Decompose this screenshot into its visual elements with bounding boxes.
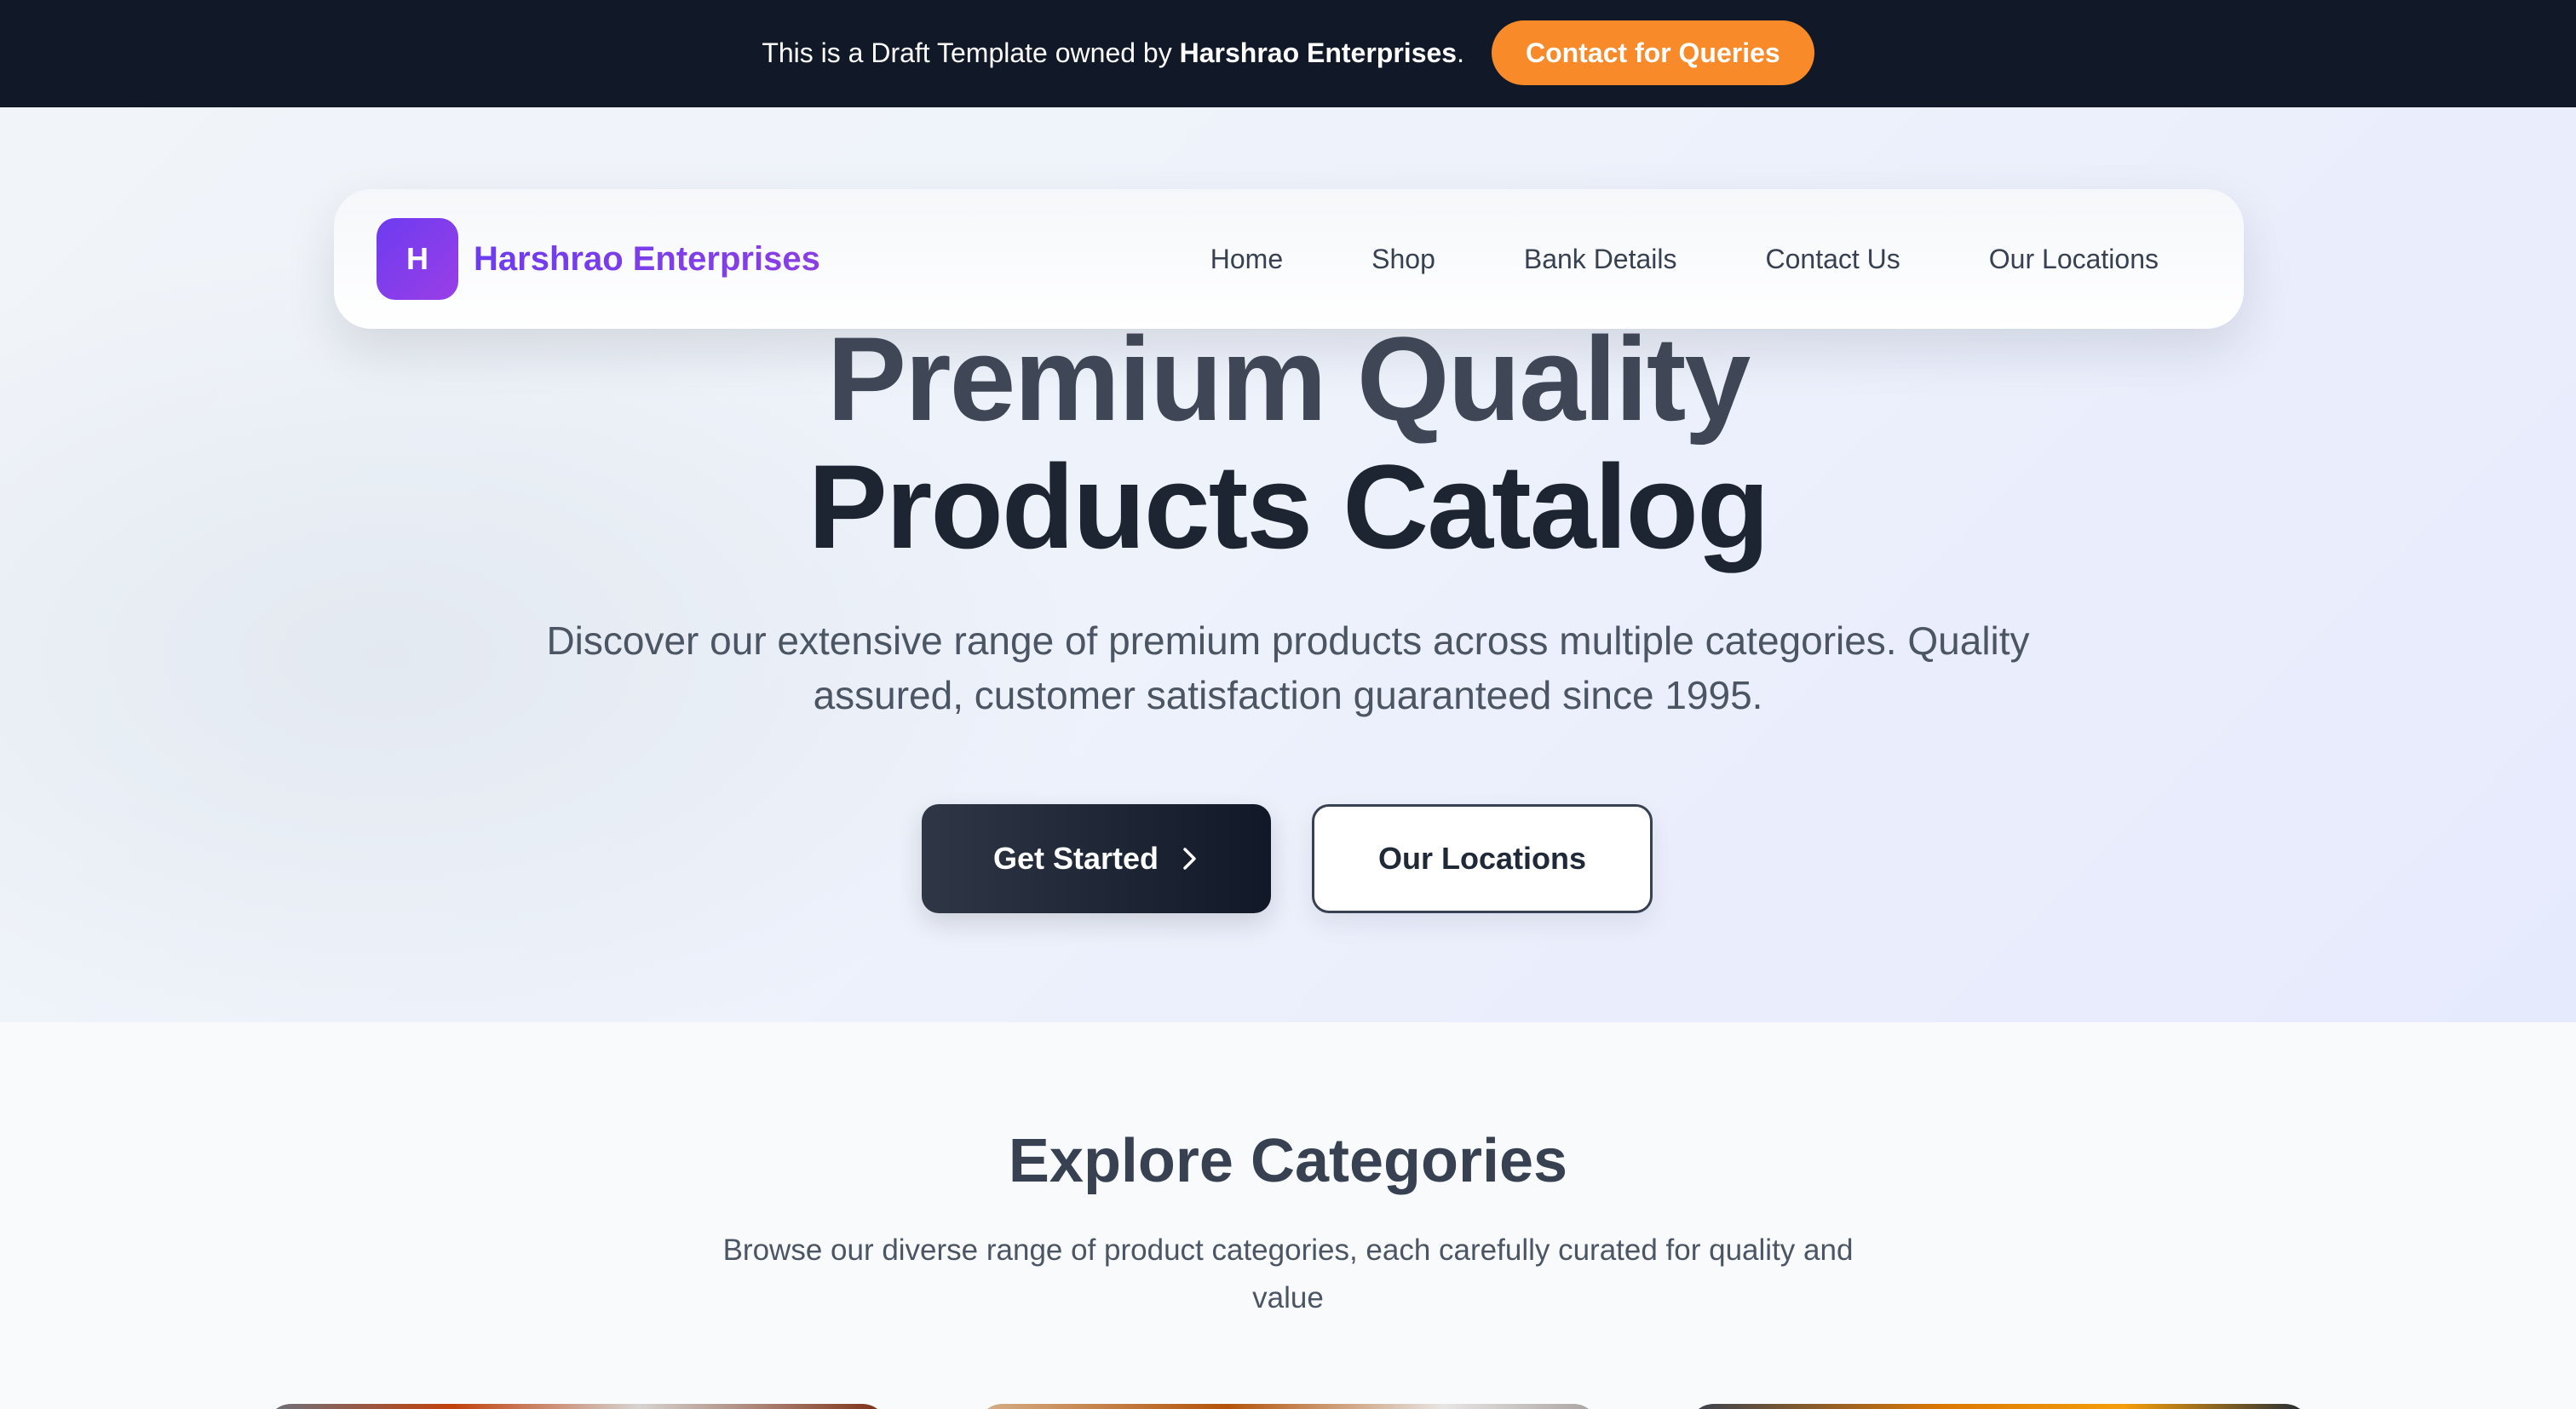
get-started-label: Get Started [992, 841, 1159, 876]
contact-for-queries-button[interactable]: Contact for Queries [1491, 20, 1814, 85]
nav-link-our-locations[interactable]: Our Locations [1989, 244, 2159, 275]
category-card[interactable] [266, 1404, 888, 1409]
nav-link-bank-details[interactable]: Bank Details [1524, 244, 1677, 275]
brand-name[interactable]: Harshrao Enterprises [474, 240, 820, 279]
top-banner: This is a Draft Template owned by Harshr… [0, 0, 2576, 107]
categories-subtitle: Browse our diverse range of product cate… [722, 1234, 1854, 1314]
banner-owner: Harshrao Enterprises [1179, 37, 1458, 68]
categories-title: Explore Categories [1008, 1127, 1568, 1195]
hero-title: Premium Quality Products Catalog [0, 315, 2576, 571]
nav-link-home[interactable]: Home [1210, 244, 1283, 275]
nav-links: Home Shop Bank Details Contact Us Our Lo… [1210, 244, 2159, 275]
our-locations-button[interactable]: Our Locations [1312, 804, 1653, 913]
nav-link-shop[interactable]: Shop [1371, 244, 1435, 275]
get-started-button[interactable]: Get Started [922, 804, 1271, 913]
chevron-right-icon [1181, 846, 1199, 871]
banner-message: This is a Draft Template owned by Harshr… [762, 37, 1464, 68]
category-card[interactable] [977, 1404, 1599, 1409]
hero-title-line-2: Products Catalog [808, 440, 1769, 573]
category-card[interactable] [1688, 1404, 2310, 1409]
hero-subtitle: Discover our extensive range of premium … [546, 618, 2030, 717]
hero-section: H Harshrao Enterprises Home Shop Bank De… [0, 107, 2576, 1022]
hero-title-line-1: Premium Quality [826, 312, 1751, 446]
navbar: H Harshrao Enterprises Home Shop Bank De… [334, 189, 2244, 329]
nav-link-contact-us[interactable]: Contact Us [1766, 244, 1900, 275]
logo[interactable]: H [377, 218, 458, 300]
